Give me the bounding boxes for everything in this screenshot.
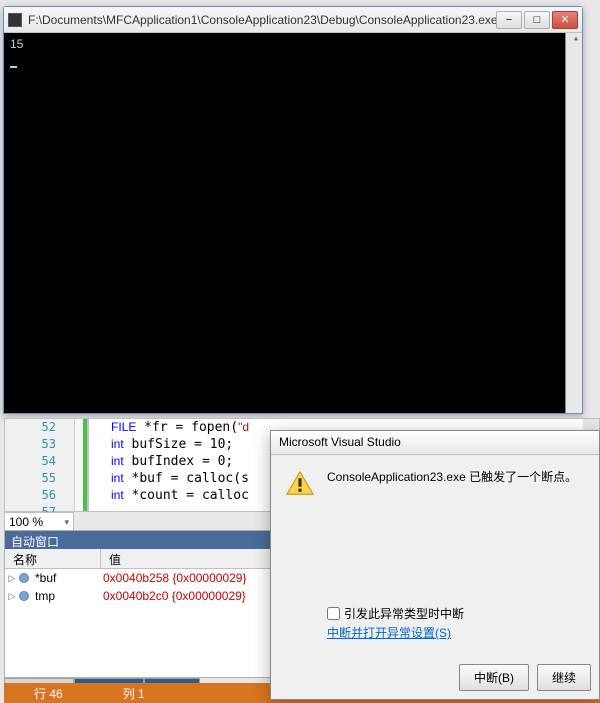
- table-row[interactable]: ▷ *buf 0x0040b258 {0x00000029}: [5, 569, 273, 587]
- variable-icon: [19, 590, 33, 602]
- dialog-title[interactable]: Microsoft Visual Studio: [271, 431, 599, 455]
- line-gutter: 52 53 54 55 56 57: [5, 419, 75, 511]
- line-number: 53: [5, 436, 74, 453]
- line-number: 52: [5, 419, 74, 436]
- autos-panel: 自动窗口 名称 值 ▷ *buf 0x0040b258 {0x00000029}…: [4, 530, 274, 678]
- status-line: 行 46: [4, 685, 93, 702]
- exception-checkbox[interactable]: 引发此异常类型时中断: [327, 605, 464, 622]
- break-button[interactable]: 中断(B): [459, 664, 529, 691]
- console-window: F:\Documents\MFCApplication1\ConsoleAppl…: [3, 6, 583, 414]
- close-button[interactable]: ✕: [552, 11, 578, 29]
- warning-icon: [285, 469, 315, 497]
- breakpoint-dialog: Microsoft Visual Studio ConsoleApplicati…: [270, 430, 600, 700]
- checkbox-label: 引发此异常类型时中断: [344, 605, 464, 622]
- continue-button[interactable]: 继续: [537, 664, 591, 691]
- autos-header: 名称 值: [5, 549, 273, 569]
- table-row[interactable]: ▷ tmp 0x0040b2c0 {0x00000029}: [5, 587, 273, 605]
- line-number: 54: [5, 453, 74, 470]
- console-output[interactable]: 15: [4, 33, 582, 413]
- var-name: *buf: [33, 571, 95, 585]
- checkbox-input[interactable]: [327, 607, 340, 620]
- maximize-button[interactable]: □: [524, 11, 550, 29]
- chevron-down-icon: ▾: [64, 517, 69, 528]
- expand-icon[interactable]: ▷: [5, 573, 19, 584]
- col-value[interactable]: 值: [101, 549, 273, 568]
- app-icon: [8, 13, 22, 27]
- code-margin: [75, 419, 89, 511]
- expand-icon[interactable]: ▷: [5, 591, 19, 602]
- col-name[interactable]: 名称: [5, 549, 101, 568]
- cursor: [10, 66, 17, 68]
- autos-panel-title: 自动窗口: [5, 531, 273, 549]
- line-number: 56: [5, 487, 74, 504]
- zoom-selector[interactable]: 100 % ▾: [4, 512, 74, 532]
- exception-settings-link[interactable]: 中断并打开异常设置(S): [327, 624, 464, 641]
- console-title: F:\Documents\MFCApplication1\ConsoleAppl…: [28, 13, 496, 27]
- dialog-message: ConsoleApplication23.exe 已触发了一个断点。: [327, 469, 577, 497]
- variable-icon: [19, 572, 33, 584]
- console-titlebar[interactable]: F:\Documents\MFCApplication1\ConsoleAppl…: [4, 7, 582, 33]
- var-name: tmp: [33, 589, 95, 603]
- dialog-options: 引发此异常类型时中断 中断并打开异常设置(S): [327, 605, 464, 641]
- line-number: 55: [5, 470, 74, 487]
- minimize-button[interactable]: −: [496, 11, 522, 29]
- var-value: 0x0040b258 {0x00000029}: [95, 571, 246, 585]
- console-text: 15: [10, 37, 23, 51]
- zoom-value: 100 %: [9, 515, 43, 529]
- var-value: 0x0040b2c0 {0x00000029}: [95, 589, 246, 603]
- status-col: 列 1: [93, 685, 175, 702]
